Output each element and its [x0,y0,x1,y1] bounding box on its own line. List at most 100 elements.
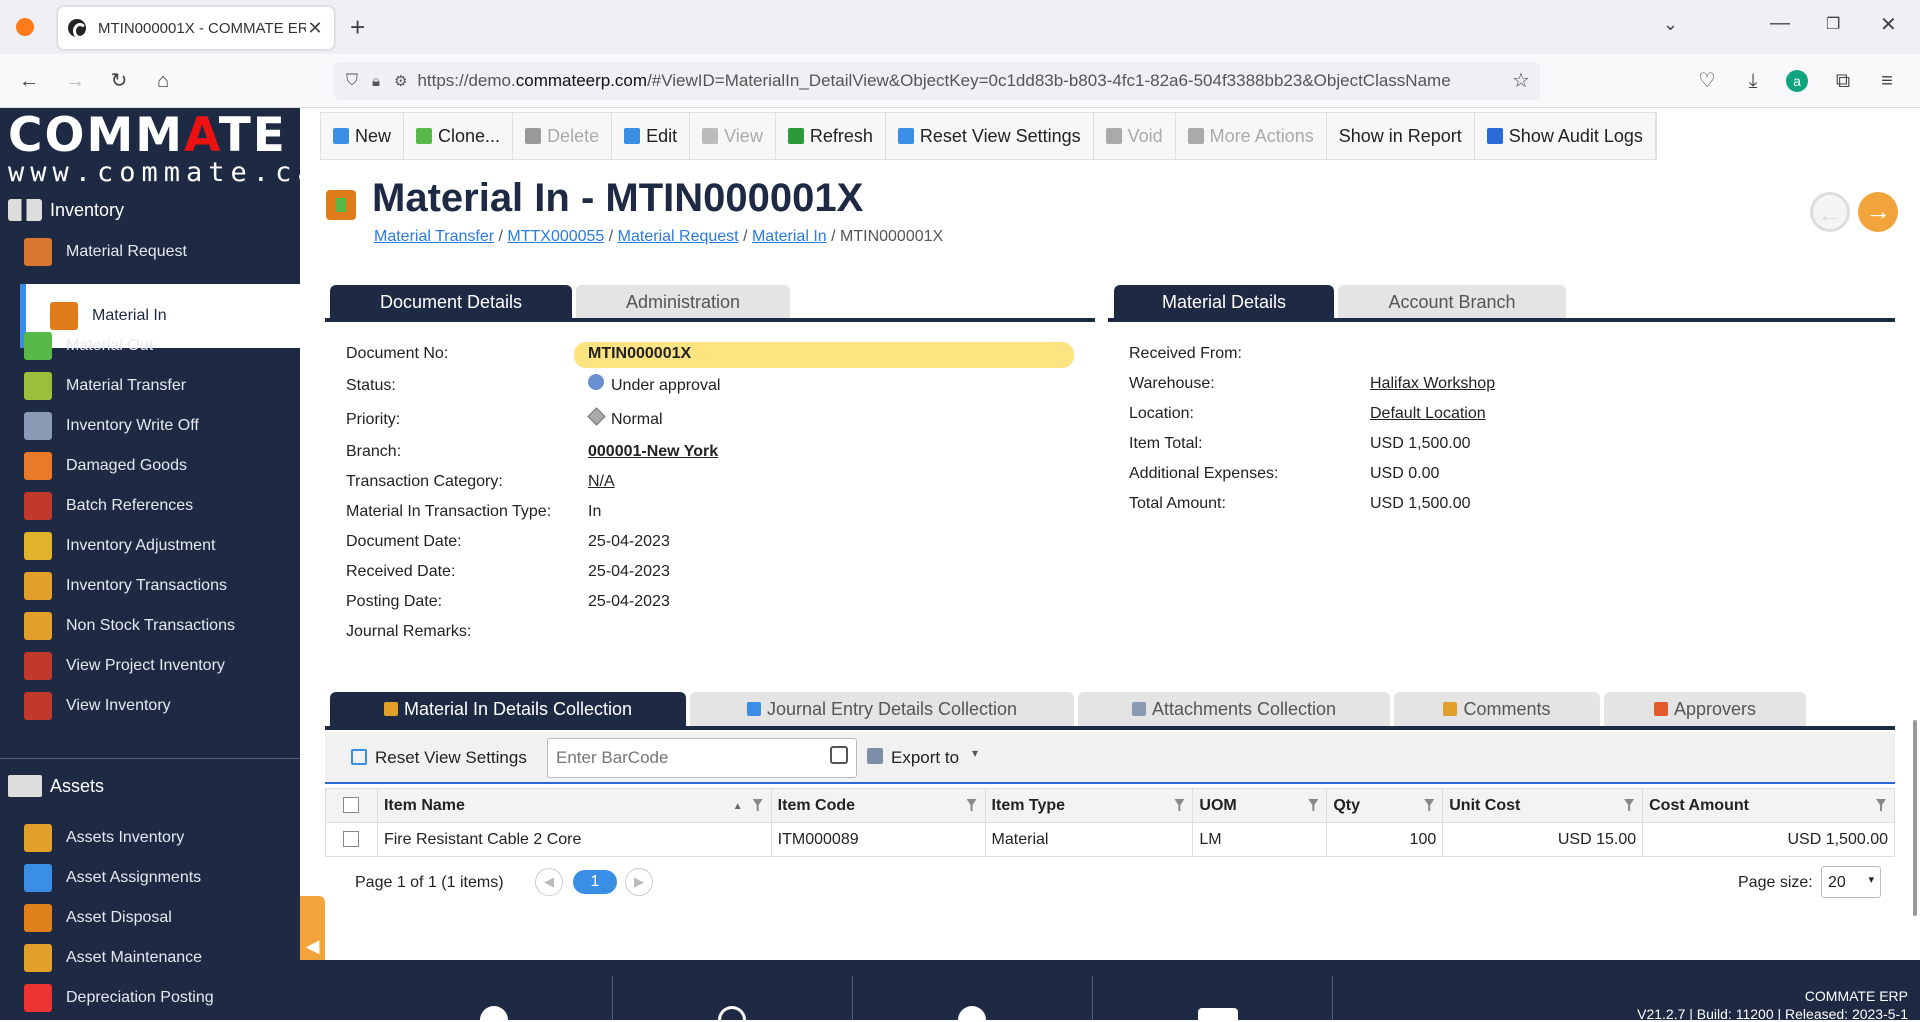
filter-icon[interactable] [1308,799,1319,811]
table-row[interactable]: Fire Resistant Cable 2 Core ITM000089 Mate… [325,822,1895,857]
next-record-button[interactable]: → [1858,192,1898,232]
lock-icon[interactable]: 🔒︎ [372,73,380,90]
footer-youtube-icon[interactable] [1198,1008,1238,1020]
new-tab-icon[interactable]: + [350,12,365,43]
barcode-scan-icon[interactable] [830,746,848,764]
view-button[interactable]: View [690,113,776,159]
sidebar-item-batch-references[interactable]: Batch References [0,486,300,526]
export-dropdown-icon[interactable]: ▾ [972,746,978,760]
show-in-report-button[interactable]: Show in Report [1327,113,1475,159]
footer-gear-icon[interactable] [480,1006,508,1020]
minimize-icon[interactable]: — [1770,12,1790,35]
column-header-cost-amount[interactable]: Cost Amount [1642,788,1895,823]
filter-icon[interactable] [752,799,763,811]
page-scrollbar[interactable] [1913,720,1917,916]
sidebar-item-asset-assignments[interactable]: Asset Assignments [0,858,300,898]
shield-icon[interactable]: ⛉ [346,72,358,90]
footer-help-icon[interactable] [718,1006,746,1020]
tab-attachments-collection[interactable]: Attachments Collection [1078,692,1390,726]
sidebar-item-view-project-inventory[interactable]: View Project Inventory [0,646,300,686]
sidebar-item-damaged-goods[interactable]: Damaged Goods [0,446,300,486]
page-size-select[interactable]: 20 ▾ [1821,866,1881,898]
tab-material-details[interactable]: Material Details [1114,285,1334,319]
column-header-qty[interactable]: Qty [1326,788,1444,823]
back-icon[interactable]: ← [16,68,42,94]
warehouse-link[interactable]: Halifax Workshop [1370,375,1495,393]
category-link[interactable]: N/A [588,473,615,491]
sidebar-item-assets-inventory[interactable]: Assets Inventory [0,818,300,858]
location-link[interactable]: Default Location [1370,405,1486,423]
sidebar-item-view-inventory[interactable]: View Inventory [0,686,300,726]
tab-journal-entry-details-collection[interactable]: Journal Entry Details Collection [690,692,1074,726]
column-header-item-code[interactable]: Item Code [770,788,986,823]
breadcrumb-mttx000055[interactable]: MTTX000055 [507,228,604,245]
extension-icon[interactable]: a [1786,70,1808,92]
pocket-icon[interactable]: ♡ [1694,68,1720,94]
filter-icon[interactable] [1876,799,1886,811]
pager-prev-button[interactable]: ◀ [535,868,563,896]
column-header-unit-cost[interactable]: Unit Cost [1442,788,1644,823]
refresh-button[interactable]: Refresh [776,113,886,159]
sidebar-item-depreciation-posting[interactable]: Depreciation Posting [0,978,300,1018]
download-icon[interactable]: ⤓ [1740,68,1766,94]
edit-button[interactable]: Edit [612,113,691,159]
permissions-icon[interactable]: ⚙ [394,72,407,90]
filter-icon[interactable] [1424,799,1435,811]
extensions-icon[interactable]: ⧉ [1830,68,1856,94]
clone-button[interactable]: Clone... [404,113,514,159]
sidebar-section-assets[interactable]: Assets [0,764,300,808]
forward-icon[interactable]: → [62,68,88,94]
previous-record-button[interactable]: ← [1810,192,1850,232]
pager-next-button[interactable]: ▶ [625,868,653,896]
tab-approvers[interactable]: Approvers [1604,692,1806,726]
sidebar-item-inventory-adjustment[interactable]: Inventory Adjustment [0,526,300,566]
close-window-icon[interactable]: ✕ [1880,12,1897,37]
export-button[interactable]: Export to [891,748,959,768]
url-bar[interactable]: ⛉ 🔒︎ ⚙ https://demo.commateerp.com/#View… [334,62,1540,100]
branch-link[interactable]: 000001-New York [588,443,718,461]
sidebar-item-asset-disposal[interactable]: Asset Disposal [0,898,300,938]
sidebar-item-material-request[interactable]: Material Request [0,232,300,272]
column-header-uom[interactable]: UOM [1192,788,1328,823]
column-header-item-name[interactable]: Item Name ▲ [376,788,772,823]
barcode-input[interactable] [547,738,857,778]
tab-comments[interactable]: Comments [1394,692,1600,726]
select-all-checkbox[interactable] [343,797,360,814]
menu-icon[interactable]: ≡ [1874,68,1900,94]
filter-icon[interactable] [1624,799,1635,811]
void-button[interactable]: Void [1094,113,1176,159]
sort-ascending-icon[interactable]: ▲ [733,801,743,812]
bookmark-star-icon[interactable]: ☆ [1512,68,1530,93]
tab-administration[interactable]: Administration [576,285,790,319]
restore-icon[interactable]: ❐ [1826,14,1840,34]
footer-info-icon[interactable] [958,1006,986,1020]
grid-reset-view-button[interactable]: Reset View Settings [375,748,527,768]
breadcrumb-material-request[interactable]: Material Request [618,228,739,245]
filter-icon[interactable] [966,799,977,811]
breadcrumb-material-transfer[interactable]: Material Transfer [374,228,494,245]
delete-button[interactable]: Delete [513,113,613,159]
filter-icon[interactable] [1174,799,1185,811]
breadcrumb-material-in[interactable]: Material In [752,228,827,245]
more-actions-button[interactable]: More Actions [1176,113,1327,159]
sidebar-item-material-transfer[interactable]: Material Transfer [0,366,300,406]
new-button[interactable]: New [321,113,405,159]
pager-page-button[interactable]: 1 [573,870,617,894]
tab-material-in-details-collection[interactable]: Material In Details Collection [330,692,686,726]
firefox-icon[interactable] [16,18,34,36]
column-header-item-type[interactable]: Item Type [984,788,1194,823]
reset-view-settings-button[interactable]: Reset View Settings [886,113,1094,159]
home-icon[interactable]: ⌂ [150,68,176,94]
tab-document-details[interactable]: Document Details [330,285,572,319]
row-checkbox[interactable] [343,831,360,848]
sidebar-section-inventory[interactable]: Inventory [0,188,300,232]
sidebar-item-non-stock-transactions[interactable]: Non Stock Transactions [0,606,300,646]
show-audit-logs-button[interactable]: Show Audit Logs [1475,113,1656,159]
sidebar-item-inventory-transactions[interactable]: Inventory Transactions [0,566,300,606]
tab-account-branch[interactable]: Account Branch [1338,285,1566,319]
list-tabs-icon[interactable]: ⌄ [1663,14,1678,35]
sidebar-item-inventory-write-off[interactable]: Inventory Write Off [0,406,300,446]
sidebar-item-asset-maintenance[interactable]: Asset Maintenance [0,938,300,978]
browser-tab[interactable]: MTIN000001X - COMMATE ERP ✕ [58,7,334,49]
sidebar-item-material-out[interactable]: Material Out [0,326,300,366]
